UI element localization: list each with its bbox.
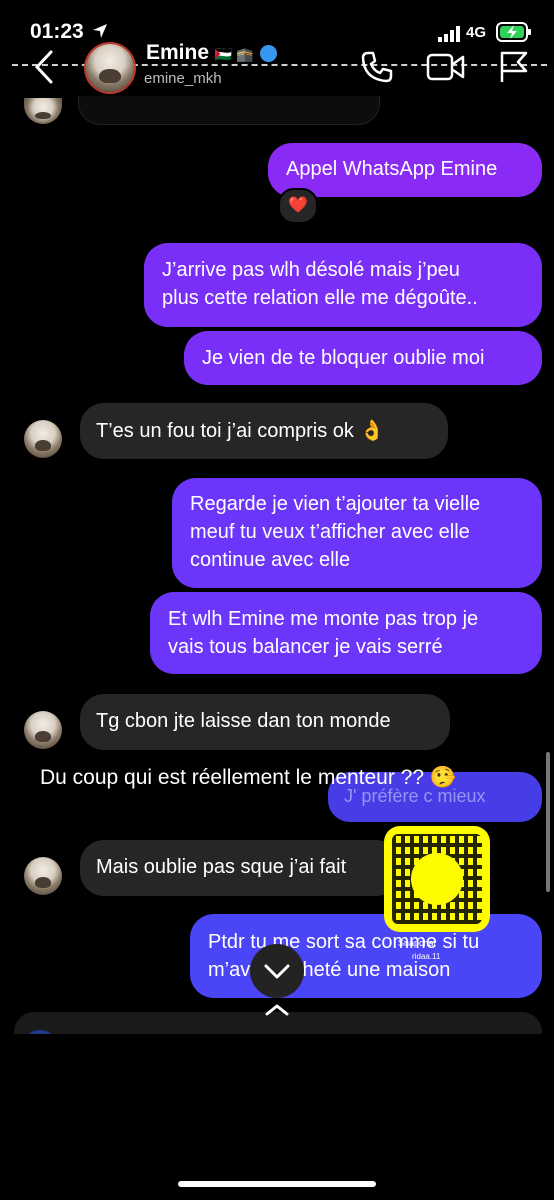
screen-bottom-area xyxy=(0,1034,554,1200)
overlay-caption: Du coup qui est réellement le menteur ??… xyxy=(40,766,457,789)
contact-username: emine_mkh xyxy=(144,70,222,87)
message-bubble-outgoing[interactable]: Je vien de te bloquer oublie moi xyxy=(184,331,542,385)
video-call-icon[interactable] xyxy=(426,52,466,82)
message-bubble-outgoing[interactable]: Regarde je vien t’ajouter ta vielle meuf… xyxy=(172,478,542,588)
message-bubble-outgoing[interactable]: Ptdr tu me sort sa comme si tu m’avais a… xyxy=(190,914,542,998)
network-type: 4G xyxy=(466,24,487,41)
message-bubble-incoming[interactable]: Tg cbon jte laisse dan ton monde xyxy=(80,694,450,750)
message-avatar xyxy=(24,711,62,749)
location-arrow-icon xyxy=(93,24,107,38)
heart-reaction-icon[interactable]: ❤️ xyxy=(278,188,318,224)
message-avatar xyxy=(24,420,62,458)
report-flag-icon[interactable] xyxy=(498,50,530,84)
message-avatar xyxy=(24,857,62,895)
snapchat-ghost-icon xyxy=(411,853,463,905)
message-bubble-outgoing[interactable]: Et wlh Emine me monte pas trop je vais t… xyxy=(150,592,542,674)
header-avatar[interactable] xyxy=(86,44,134,92)
phone-call-icon[interactable] xyxy=(360,50,394,84)
snapcode-sticker xyxy=(384,826,490,932)
status-bar: 01:23 4G xyxy=(0,0,554,62)
home-indicator[interactable] xyxy=(178,1181,376,1187)
snapcode-label: Snapchat xyxy=(398,938,437,948)
verified-badge-icon xyxy=(259,44,277,62)
back-chevron-icon[interactable] xyxy=(34,50,54,84)
message-avatar xyxy=(24,98,62,124)
signal-bars-icon xyxy=(438,26,460,42)
scroll-to-bottom-button[interactable] xyxy=(250,944,304,998)
chevron-down-icon xyxy=(264,964,290,979)
message-bubble-incoming[interactable]: Mais oublie pas sque j’ai fait xyxy=(80,840,400,896)
chevron-up-icon[interactable] xyxy=(264,1003,290,1017)
message-bubble-incoming[interactable]: T’es un fou toi j’ai compris ok 👌 xyxy=(80,403,448,459)
contact-name[interactable]: Emine 🇵🇸 🕋 xyxy=(146,42,277,62)
scrollbar[interactable] xyxy=(546,752,550,892)
status-time: 01:23 xyxy=(30,20,84,43)
clipped-message-bubble xyxy=(78,96,380,125)
battery-charging-icon xyxy=(496,22,531,42)
message-bubble-outgoing[interactable]: J’arrive pas wlh désolé mais j’peu plus … xyxy=(144,243,542,327)
snapcode-username: ridaa.11 xyxy=(412,952,441,961)
